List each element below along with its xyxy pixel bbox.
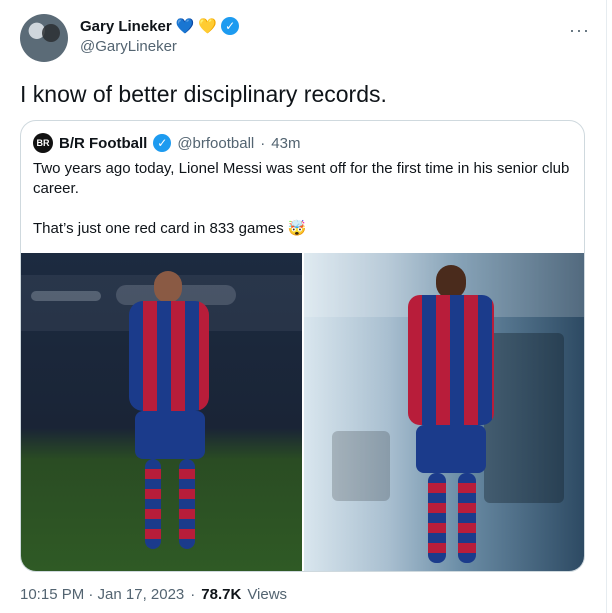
quoted-author-name[interactable]: B/R Football	[59, 135, 147, 152]
author-avatar[interactable]	[20, 14, 68, 62]
player-head	[436, 265, 466, 299]
player-figure-2	[396, 265, 506, 571]
media-image-1[interactable]	[21, 253, 302, 571]
quoted-tweet-text: Two years ago today, Lionel Messi was se…	[33, 160, 570, 237]
player-leg-left	[428, 473, 446, 563]
quoted-author-avatar[interactable]: BR	[33, 133, 53, 153]
tweet-footer: 10:15 PM · Jan 17, 2023 · 78.7K Views	[20, 586, 287, 603]
tweet-card: Gary Lineker 💙 💛 ✓ @GaryLineker ··· I kn…	[0, 0, 607, 613]
quoted-media	[21, 253, 584, 571]
tweet-header: Gary Lineker 💙 💛 ✓ @GaryLineker ···	[20, 14, 592, 64]
quoted-verified-badge-icon: ✓	[153, 134, 172, 152]
views-count: 78.7K	[201, 586, 242, 603]
footer-separator: ·	[190, 586, 196, 603]
yellow-heart-icon: 💛	[198, 17, 218, 35]
author-name-row: Gary Lineker 💙 💛 ✓	[80, 17, 240, 35]
player-leg-right	[179, 459, 195, 549]
player-leg-right	[458, 473, 476, 563]
player-figure-1	[109, 271, 229, 571]
author-name[interactable]: Gary Lineker	[80, 18, 172, 35]
verified-badge-icon: ✓	[221, 17, 240, 35]
views-label: Views	[247, 586, 288, 603]
player-shirt	[129, 301, 209, 411]
stadium-sign	[332, 431, 390, 501]
author-handle[interactable]: @GaryLineker	[80, 38, 177, 55]
quoted-tweet-header: BR B/R Football ✓ @brfootball · 43m	[33, 133, 300, 153]
quoted-author-handle[interactable]: @brfootball	[177, 135, 254, 152]
tweet-timestamp[interactable]: 10:15 PM · Jan 17, 2023	[20, 586, 184, 603]
quoted-tweet[interactable]: BR B/R Football ✓ @brfootball · 43m Two …	[20, 120, 585, 572]
more-icon[interactable]: ···	[569, 20, 590, 41]
media-image-2[interactable]	[304, 253, 584, 571]
quoted-tweet-age[interactable]: 43m	[271, 135, 300, 152]
player-shirt	[408, 295, 494, 425]
player-shorts	[135, 411, 205, 459]
tweet-text: I know of better disciplinary records.	[20, 81, 387, 107]
player-head	[154, 271, 182, 303]
player-shorts	[416, 425, 486, 473]
player-leg-left	[145, 459, 161, 549]
quoted-separator: ·	[260, 134, 266, 152]
blue-heart-icon: 💙	[175, 17, 195, 35]
